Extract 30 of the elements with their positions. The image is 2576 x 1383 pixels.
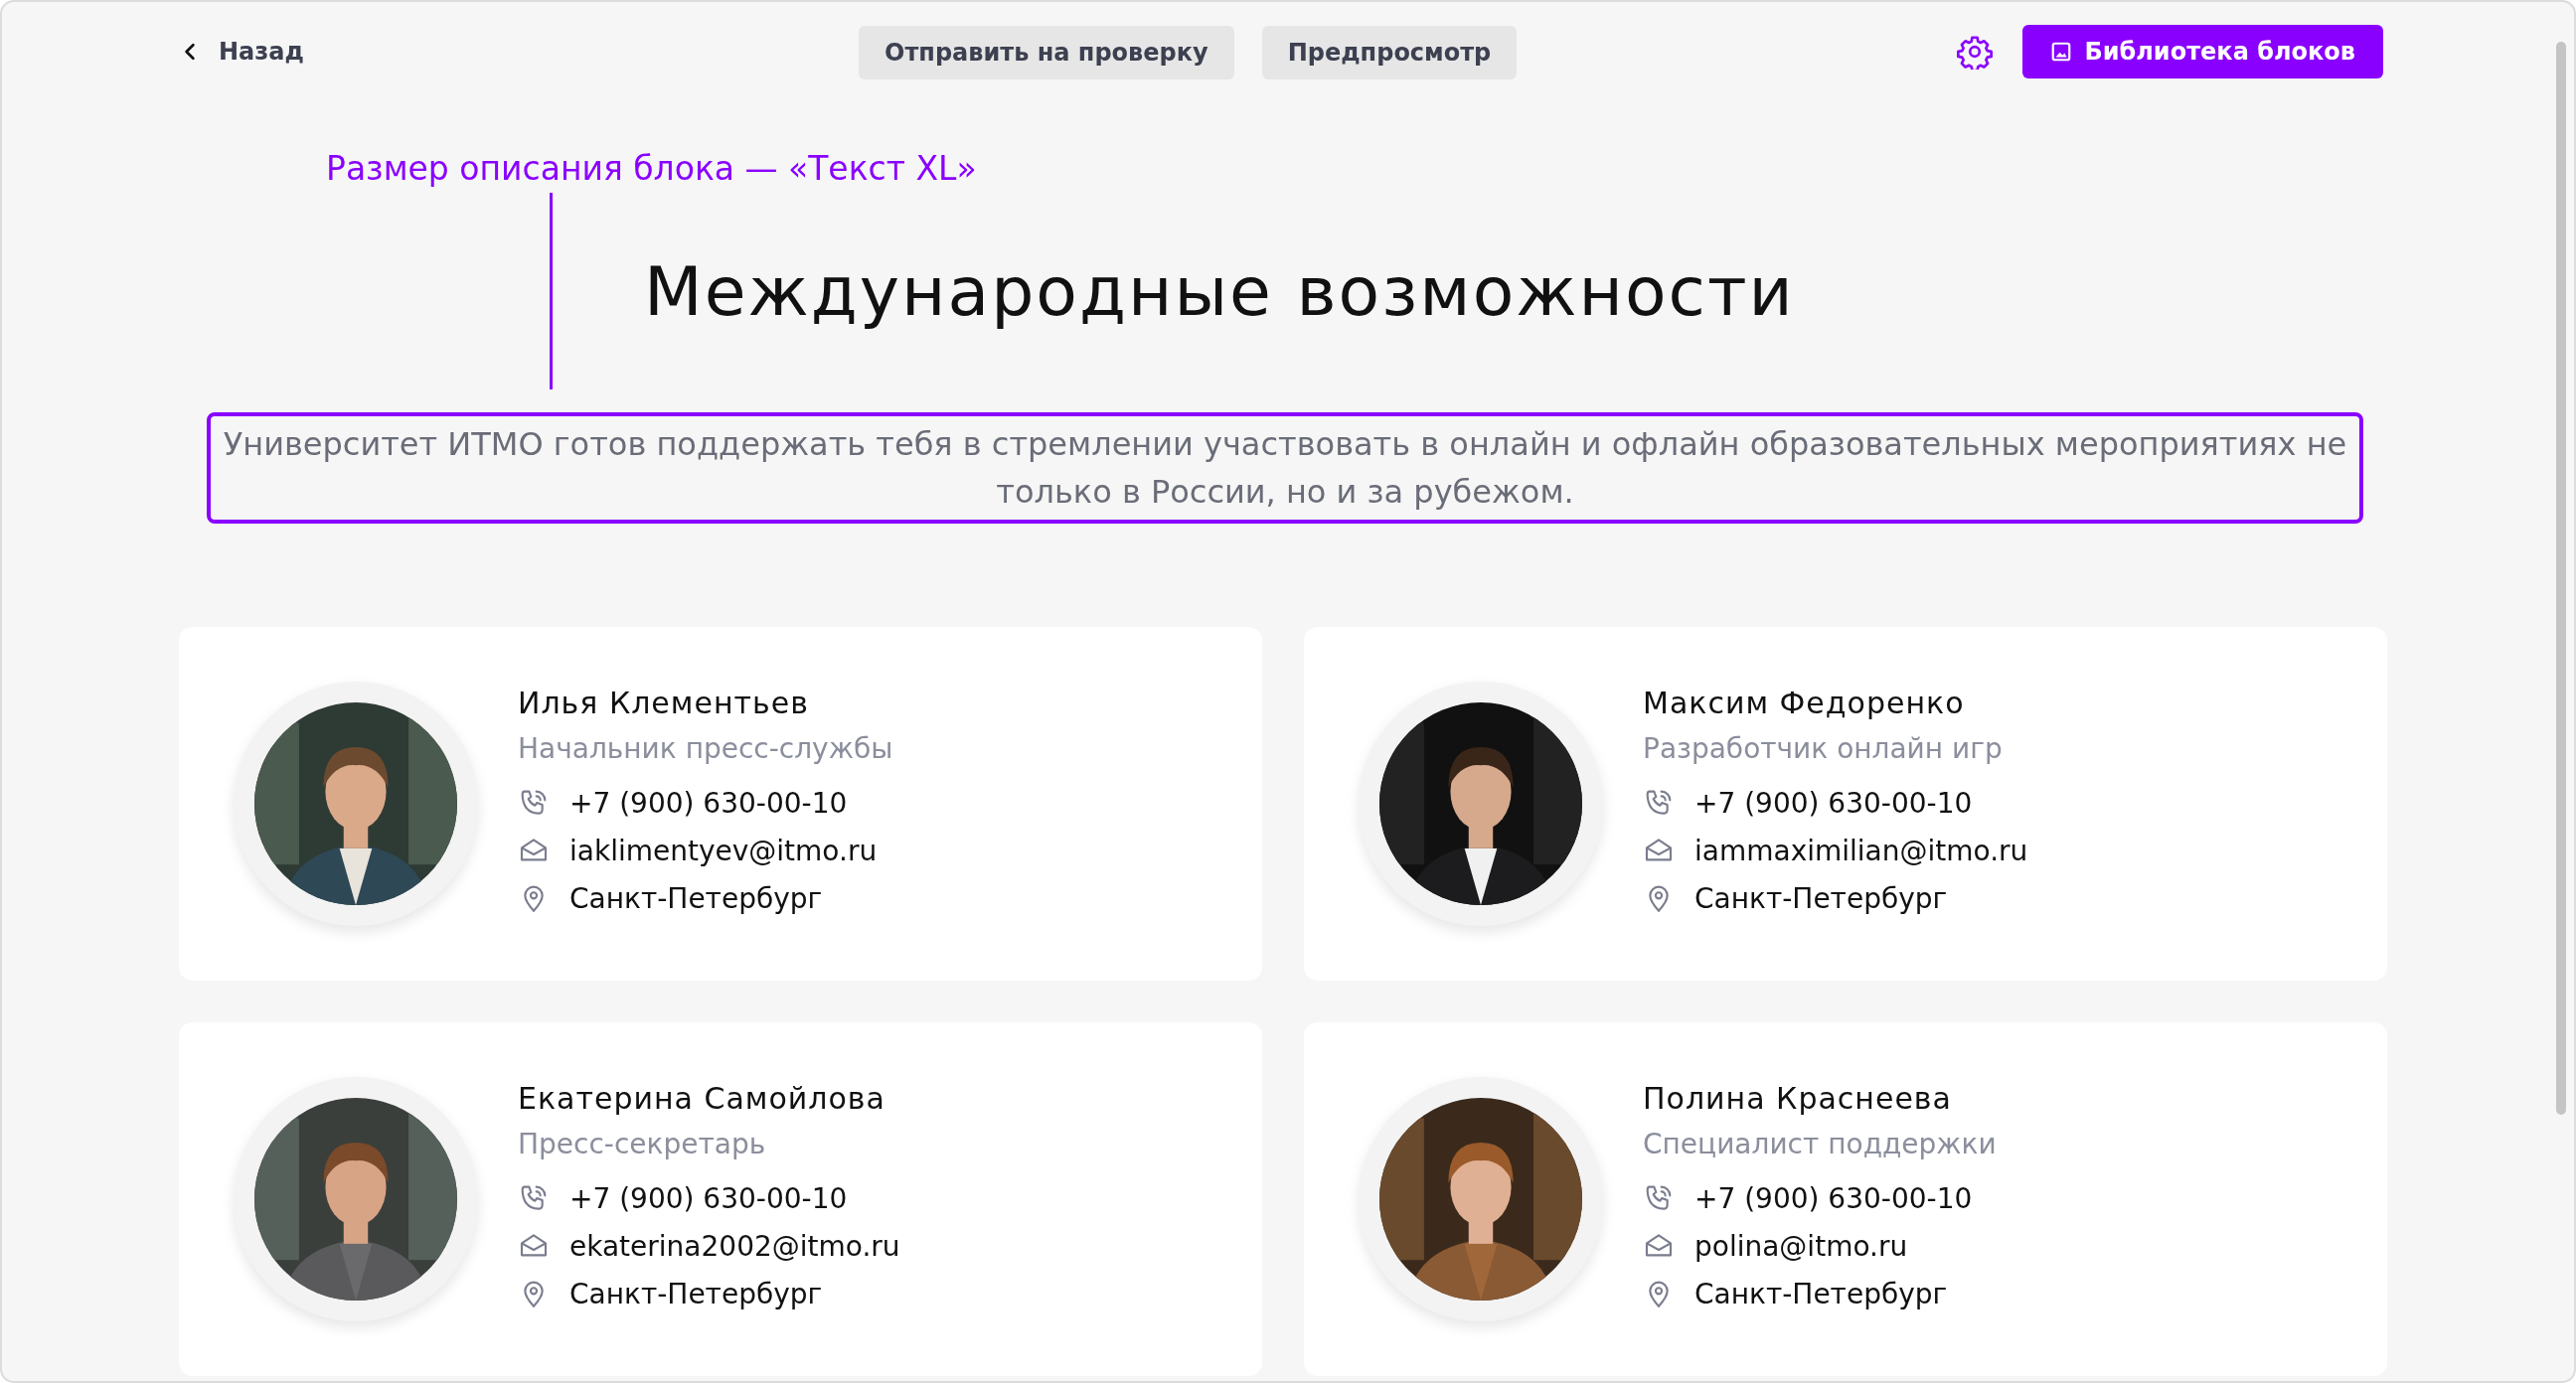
toolbar-button[interactable]: Предпросмотр	[1261, 26, 1518, 79]
contact-email: polina@itmo.ru	[1694, 1229, 1908, 1263]
contact-name: Полина Краснеева	[1643, 1081, 1953, 1116]
annotation-label: Размер описания блока — «Текст XL»	[326, 149, 978, 188]
contact-phone: +7 (900) 630-00-10	[569, 1181, 848, 1215]
contact-city: Санкт-Петербург	[569, 1277, 823, 1310]
contact-role: Начальник пресс-службы	[518, 732, 893, 765]
contact-email: ekaterina2002@itmo.ru	[569, 1229, 900, 1263]
contact-role: Пресс-секретарь	[518, 1128, 767, 1160]
contact-city: Санкт-Петербург	[1694, 1277, 1948, 1310]
contact-phone: +7 (900) 630-00-10	[569, 786, 848, 820]
contact-email: iaklimentyev@itmo.ru	[569, 834, 878, 867]
contact-city: Санкт-Петербург	[569, 881, 823, 915]
contact-email: iammaximilian@itmo.ru	[1694, 834, 2028, 867]
back-link[interactable]: Назад	[181, 38, 304, 66]
contact-name: Екатерина Самойлова	[518, 1081, 886, 1116]
contact-name: Максим Федоренко	[1643, 686, 1966, 720]
contact-role: Специалист поддержки	[1643, 1128, 1997, 1160]
contact-phone: +7 (900) 630-00-10	[1694, 1181, 1973, 1215]
scrollbar[interactable]	[2556, 42, 2566, 1115]
contact-name: Илья Клементьев	[518, 686, 810, 720]
contact-city: Санкт-Петербург	[1694, 881, 1948, 915]
toolbar-button[interactable]: Отправить на проверку	[859, 26, 1234, 79]
block-description: Университет ИТМО готов поддержать тебя в стремлении участвовать в онлайн и офлайн образовательных мероприятиях не только в России, но и за рубежом.	[207, 412, 2363, 524]
block-heading: Международные возможности	[644, 251, 1795, 331]
settings-icon[interactable]	[1957, 34, 1994, 70]
image-icon	[2050, 41, 2073, 63]
contact-phone: +7 (900) 630-00-10	[1694, 786, 1973, 820]
block-library-button[interactable]: Библиотека блоков	[2022, 25, 2383, 78]
contact-role: Разработчик онлайн игр	[1643, 732, 2004, 765]
